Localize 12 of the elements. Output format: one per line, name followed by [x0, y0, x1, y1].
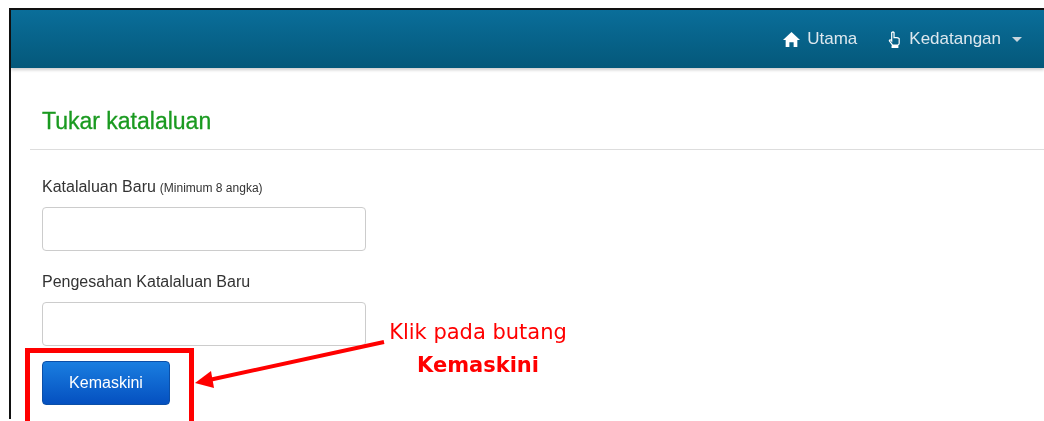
pointing-hand-icon	[887, 30, 903, 48]
callout-text: Klik pada butang Kemaskini	[388, 319, 568, 379]
update-button[interactable]: Kemaskini	[42, 361, 170, 405]
field-hint: (Minimum 8 angka)	[159, 181, 263, 195]
nav-link[interactable]: Utama	[783, 29, 858, 49]
nav-link[interactable]: Kedatangan	[887, 29, 1022, 49]
password-field[interactable]	[42, 302, 366, 346]
home-icon	[783, 30, 801, 48]
field-label: Pengesahan Katalaluan Baru	[42, 273, 251, 290]
page-title: Tukar katalaluan	[42, 108, 213, 135]
field-label: Katalaluan Baru	[42, 178, 156, 195]
password-field[interactable]	[42, 207, 366, 251]
